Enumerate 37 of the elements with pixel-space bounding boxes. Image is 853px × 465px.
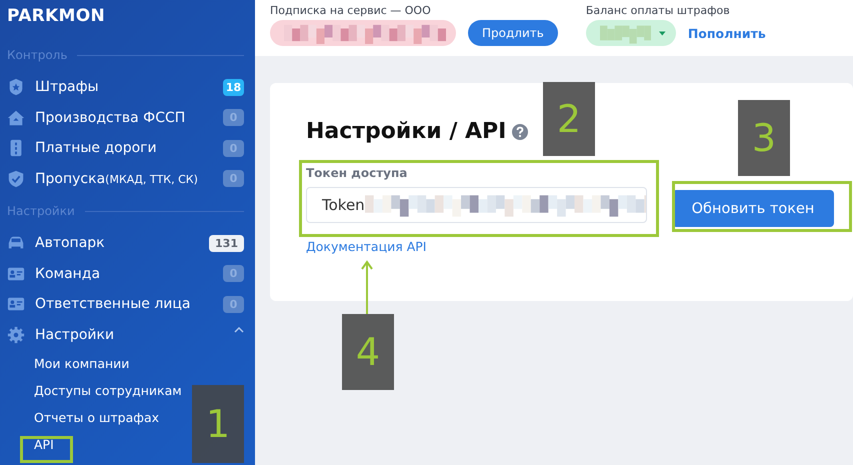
sidebar-item[interactable]: Штрафы 18 bbox=[0, 72, 255, 102]
refresh-token-button[interactable]: Обновить токен bbox=[672, 190, 834, 227]
house-icon bbox=[7, 108, 25, 127]
balance-label: Баланс оплаты штрафов bbox=[586, 4, 731, 17]
renew-button[interactable]: Продлить bbox=[468, 20, 558, 46]
top-up-link[interactable]: Пополнить bbox=[688, 26, 766, 40]
submenu-item[interactable]: Доступы сотрудникам bbox=[34, 383, 182, 398]
submenu-item[interactable]: Мои компании bbox=[34, 356, 130, 371]
field-label: Токен доступа bbox=[306, 166, 408, 180]
callout-number: 2 bbox=[543, 82, 595, 156]
settings-icon bbox=[7, 326, 25, 344]
highlight-outline bbox=[20, 436, 73, 463]
arrow bbox=[361, 260, 373, 314]
id-card-icon bbox=[7, 295, 25, 314]
callout-number: 3 bbox=[738, 100, 790, 176]
submenu-item[interactable]: API bbox=[34, 437, 54, 452]
shield-icon bbox=[7, 170, 25, 188]
callout-number: 1 bbox=[192, 385, 244, 463]
documentation-link[interactable]: Документация API bbox=[306, 239, 426, 254]
chevron-icon[interactable] bbox=[234, 326, 244, 333]
sidebar-item[interactable]: Настройки bbox=[0, 320, 255, 350]
sidebar-item[interactable]: Автопарк 131 bbox=[0, 228, 255, 258]
subscription-label: Подписка на сервис — ООО bbox=[270, 4, 432, 17]
badge-icon bbox=[7, 78, 25, 96]
submenu-item[interactable]: Отчеты о штрафах bbox=[34, 410, 159, 425]
help-icon[interactable] bbox=[512, 124, 528, 140]
logo: PARKMON bbox=[6, 6, 106, 28]
section-title: Контроль bbox=[7, 48, 68, 62]
subscription-field[interactable] bbox=[270, 20, 456, 46]
id-card-icon bbox=[7, 264, 25, 283]
callout-number: 4 bbox=[342, 314, 394, 390]
count-badge: 18 bbox=[223, 78, 244, 96]
section-title: Настройки bbox=[7, 204, 75, 218]
token-field[interactable]: Token bbox=[306, 187, 647, 223]
count-badge: 131 bbox=[209, 234, 244, 252]
page-title: Настройки / API bbox=[306, 119, 506, 144]
caret-icon bbox=[659, 30, 666, 36]
